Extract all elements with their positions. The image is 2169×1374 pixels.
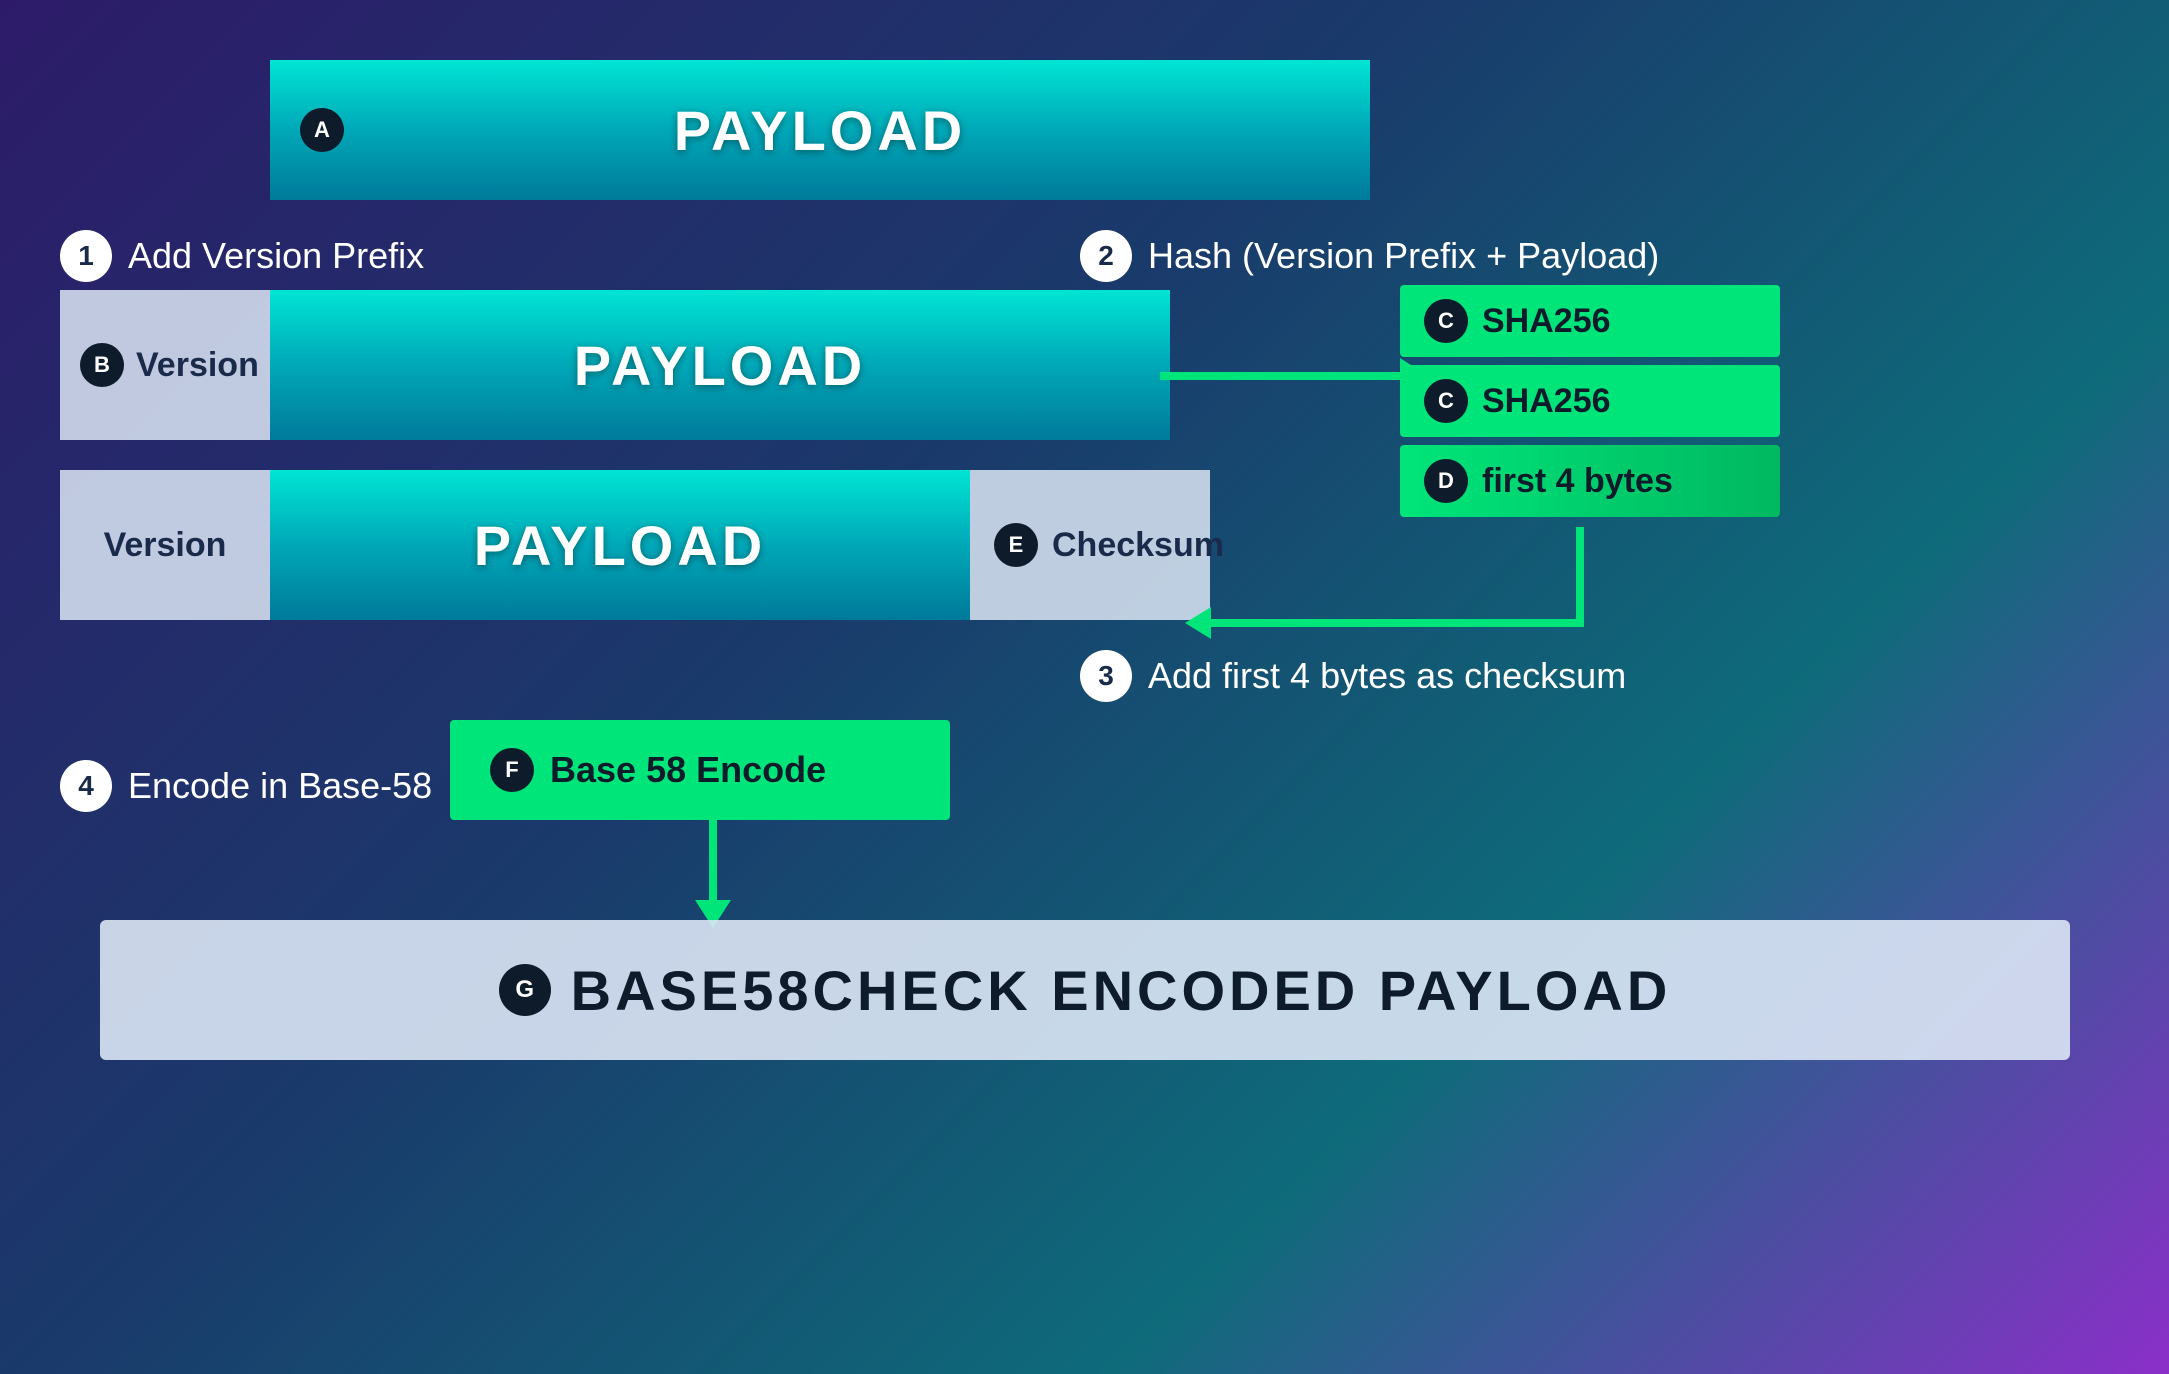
step-3-text: Add first 4 bytes as checksum <box>1148 655 1626 697</box>
base58-block: F Base 58 Encode <box>450 720 950 820</box>
badge-E: E <box>994 523 1038 567</box>
sha-group: C SHA256 C SHA256 D first 4 bytes <box>1400 285 1780 517</box>
sha256-block-2: C SHA256 <box>1400 365 1780 437</box>
version-label-3: Version <box>104 526 227 565</box>
badge-F: F <box>490 748 534 792</box>
sha256-label-2: SHA256 <box>1482 382 1611 421</box>
first4-label: first 4 bytes <box>1482 462 1673 501</box>
step-1-circle: 1 <box>60 230 112 282</box>
version-block-2: B Version <box>60 290 270 440</box>
checksum-block: E Checksum <box>970 470 1210 620</box>
badge-C1: C <box>1424 299 1468 343</box>
step-2-circle: 2 <box>1080 230 1132 282</box>
output-label: BASE58CHECK ENCODED PAYLOAD <box>571 958 1672 1023</box>
arrow-to-sha <box>1160 358 1428 394</box>
badge-D: D <box>1424 459 1468 503</box>
badge-C2: C <box>1424 379 1468 423</box>
checksum-label: Checksum <box>1052 526 1224 565</box>
diagram-container: A PAYLOAD 1 Add Version Prefix 2 Hash (V… <box>0 0 2169 1374</box>
arrow-horizontal-left <box>1210 619 1576 627</box>
arrow-head-left <box>1185 607 1211 639</box>
sha256-block-1: C SHA256 <box>1400 285 1780 357</box>
arrow-down-to-output <box>695 820 731 928</box>
step-2-label: 2 Hash (Version Prefix + Payload) <box>1080 230 1659 282</box>
step-1-label: 1 Add Version Prefix <box>60 230 424 282</box>
base58-label: Base 58 Encode <box>550 749 826 791</box>
badge-A: A <box>300 108 344 152</box>
version-label-2: Version <box>136 346 259 385</box>
row-3: Version PAYLOAD E Checksum <box>60 470 1210 620</box>
row3-payload-label: PAYLOAD <box>474 513 767 578</box>
step-1-text: Add Version Prefix <box>128 235 424 277</box>
output-block: G BASE58CHECK ENCODED PAYLOAD <box>100 920 2070 1060</box>
version-block-3: Version <box>60 470 270 620</box>
base58-wrapper: F Base 58 Encode <box>450 720 950 820</box>
step-3-circle: 3 <box>1080 650 1132 702</box>
row1-payload-label: PAYLOAD <box>674 98 967 163</box>
sha256-label-1: SHA256 <box>1482 302 1611 341</box>
first4-block: D first 4 bytes <box>1400 445 1780 517</box>
step-4-circle: 4 <box>60 760 112 812</box>
step-2-text: Hash (Version Prefix + Payload) <box>1148 235 1659 277</box>
row-2: B Version PAYLOAD <box>60 290 1170 440</box>
row2-payload-label: PAYLOAD <box>574 333 867 398</box>
badge-G: G <box>499 964 551 1016</box>
step-4-text: Encode in Base-58 <box>128 765 432 807</box>
payload-block-3: PAYLOAD <box>270 470 970 620</box>
payload-block-2: PAYLOAD <box>270 290 1170 440</box>
row-1-payload: A PAYLOAD <box>270 60 1370 200</box>
step-3-label: 3 Add first 4 bytes as checksum <box>1080 650 1626 702</box>
arrow-vertical-1 <box>1576 527 1584 627</box>
step-4-label: 4 Encode in Base-58 <box>60 760 432 812</box>
badge-B: B <box>80 343 124 387</box>
